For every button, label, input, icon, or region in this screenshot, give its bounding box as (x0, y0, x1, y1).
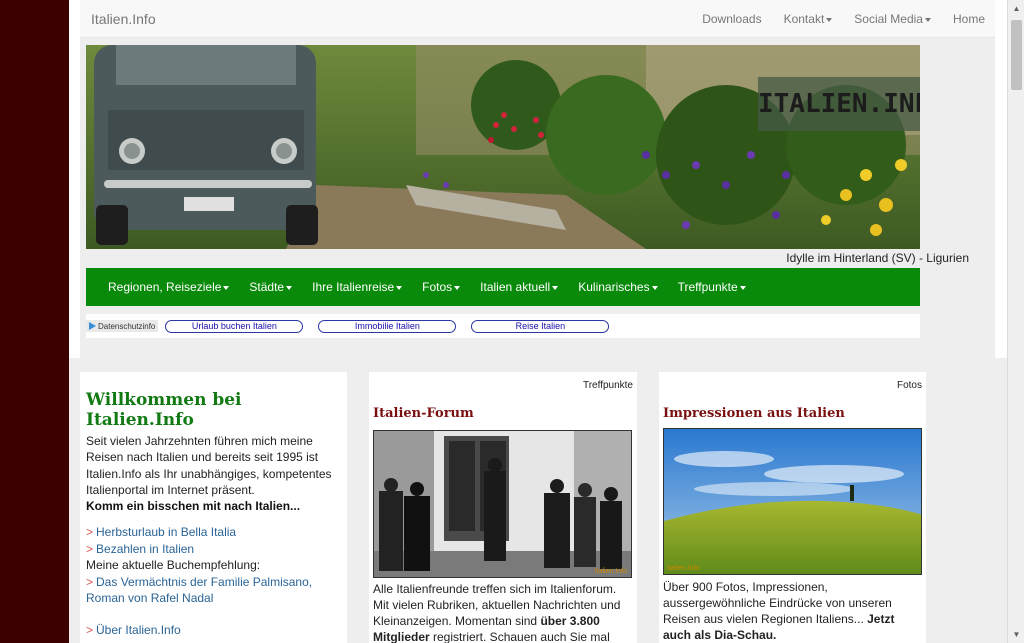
caret-down-icon (286, 285, 293, 290)
nav-home-label: Home (952, 12, 985, 26)
fotos-description: Über 900 Fotos, Impressionen, aussergewö… (663, 579, 923, 643)
fotos-category-tag[interactable]: Fotos (897, 380, 922, 391)
welcome-intro-bold: Komm ein bisschen mit nach Italien... (86, 499, 301, 514)
privacy-info-button[interactable]: Datenschutzinfo (86, 320, 159, 332)
mainnav-kulinarisches[interactable]: Kulinarisches (578, 280, 658, 294)
fotos-title[interactable]: Impressionen aus Italien (663, 406, 845, 421)
welcome-links: > Herbsturlaub in Bella Italia > Bezahlen … (86, 524, 344, 607)
fotos-photo-watermark: Italien.Info (667, 565, 700, 572)
nav-kontakt-label: Kontakt (783, 12, 825, 26)
fotos-photo-image (664, 429, 921, 574)
scrollbar-thumb[interactable] (1011, 20, 1022, 90)
mainnav-label: Treffpunkte (677, 280, 738, 294)
mainnav-label: Italien aktuell (480, 280, 551, 294)
link-ueber-label: Über Italien.Info (96, 623, 181, 637)
adchoices-icon (89, 322, 96, 330)
welcome-intro-text: Seit vielen Jahrzehnten führen mich mein… (86, 434, 332, 497)
brand-link[interactable]: Italien.Info (91, 11, 156, 27)
nav-social-media[interactable]: Social Media (854, 12, 931, 26)
mainnav-label: Fotos (422, 280, 453, 294)
link-bezahlen-label: Bezahlen in Italien (96, 541, 195, 556)
caret-down-icon (223, 285, 230, 290)
caret-down-icon (552, 285, 559, 290)
welcome-intro: Seit vielen Jahrzehnten führen mich mein… (86, 433, 344, 514)
forum-photo-image (374, 431, 631, 577)
mainnav-treffpunkte[interactable]: Treffpunkte (678, 280, 746, 294)
caret-down-icon (826, 17, 833, 22)
link-buchempfehlung-label: Das Vermächtnis der Familie Palmisano, R… (86, 574, 313, 606)
fotos-photo[interactable]: Italien.Info (663, 428, 922, 575)
caret-down-icon (924, 17, 931, 22)
link-herbsturlaub-label: Herbsturlaub in Bella Italia (96, 525, 237, 539)
link-buchempfehlung[interactable]: > Das Vermächtnis der Familie Palmisano, … (86, 574, 344, 607)
main-navbar: Regionen, Reiseziele Städte Ihre Italien… (86, 268, 920, 306)
forum-desc-end: registriert. Schauen auch Sie mal (429, 630, 610, 643)
banner-caption: Idylle im Hinterland (SV) - Ligurien (786, 251, 969, 265)
nav-home[interactable]: Home (953, 12, 985, 26)
link-ueber-italien-info[interactable]: > Über Italien.Info (86, 623, 181, 637)
book-recommendation-label: Meine aktuelle Buchempfehlung: (86, 558, 261, 572)
header-banner-image: ITALIEN.INFO (86, 45, 920, 249)
mainnav-label: Regionen, Reiseziele (108, 280, 222, 294)
ad-link-immobilie[interactable]: Immobilie Italien (318, 319, 457, 333)
welcome-panel: Willkommen bei Italien.Info Seit vielen … (80, 372, 347, 643)
mainnav-italienreise[interactable]: Ihre Italienreise (312, 280, 403, 294)
link-bezahlen[interactable]: > Bezahlen in Italien (86, 541, 344, 558)
caret-down-icon (396, 285, 403, 290)
ad-link-bar: Datenschutzinfo Urlaub buchen Italien Im… (86, 314, 920, 338)
mainnav-regionen[interactable]: Regionen, Reiseziele (108, 280, 230, 294)
caret-down-icon (739, 285, 746, 290)
banner-logo: ITALIEN.INFO (758, 77, 920, 131)
privacy-info-label: Datenschutzinfo (98, 321, 156, 331)
mainnav-label: Ihre Italienreise (312, 280, 395, 294)
top-navbar: Italien.Info Downloads Kontakt Social Me… (80, 0, 995, 38)
caret-down-icon (651, 285, 658, 290)
header: Italien.Info Downloads Kontakt Social Me… (80, 0, 995, 358)
forum-description: Alle Italienfreunde treffen sich im Ital… (373, 581, 633, 643)
scroll-up-arrow-icon[interactable]: ▲ (1008, 0, 1024, 17)
arrow-right-icon: > (86, 574, 94, 589)
ad-link-urlaub[interactable]: Urlaub buchen Italien (165, 319, 304, 333)
banner-photo (86, 45, 920, 249)
nav-social-media-label: Social Media (854, 12, 923, 26)
mainnav-italien-aktuell[interactable]: Italien aktuell (480, 280, 559, 294)
vertical-scrollbar[interactable]: ▲ ▼ (1007, 0, 1024, 643)
nav-downloads-label: Downloads (702, 12, 762, 26)
forum-title[interactable]: Italien-Forum (373, 406, 474, 421)
nav-kontakt[interactable]: Kontakt (784, 12, 833, 26)
scroll-down-arrow-icon[interactable]: ▼ (1008, 626, 1024, 643)
caret-down-icon (454, 285, 461, 290)
link-herbsturlaub[interactable]: > Herbsturlaub in Bella Italia (86, 524, 344, 541)
arrow-right-icon: > (86, 623, 94, 637)
forum-photo[interactable]: Italien.Info (373, 430, 632, 578)
forum-panel: Treffpunkte Italien-Forum Italien.Info A… (369, 372, 637, 643)
fotos-desc-text: Über 900 Fotos, Impressionen, aussergewö… (663, 580, 892, 626)
ad-link-reise[interactable]: Reise Italien (471, 319, 610, 333)
fotos-panel: Fotos Impressionen aus Italien Italien.I… (659, 372, 926, 643)
mainnav-fotos[interactable]: Fotos (422, 280, 461, 294)
arrow-right-icon: > (86, 525, 94, 539)
page: Italien.Info Downloads Kontakt Social Me… (69, 0, 1007, 643)
arrow-right-icon: > (86, 541, 94, 556)
welcome-title: Willkommen bei Italien.Info (86, 390, 242, 430)
top-nav-links: Downloads Kontakt Social Media Home (680, 12, 985, 26)
mainnav-label: Kulinarisches (578, 280, 650, 294)
forum-category-tag[interactable]: Treffpunkte (583, 380, 633, 391)
mainnav-label: Städte (249, 280, 285, 294)
nav-downloads[interactable]: Downloads (702, 12, 761, 26)
forum-photo-watermark: Italien.Info (594, 568, 627, 575)
mainnav-staedte[interactable]: Städte (249, 280, 293, 294)
